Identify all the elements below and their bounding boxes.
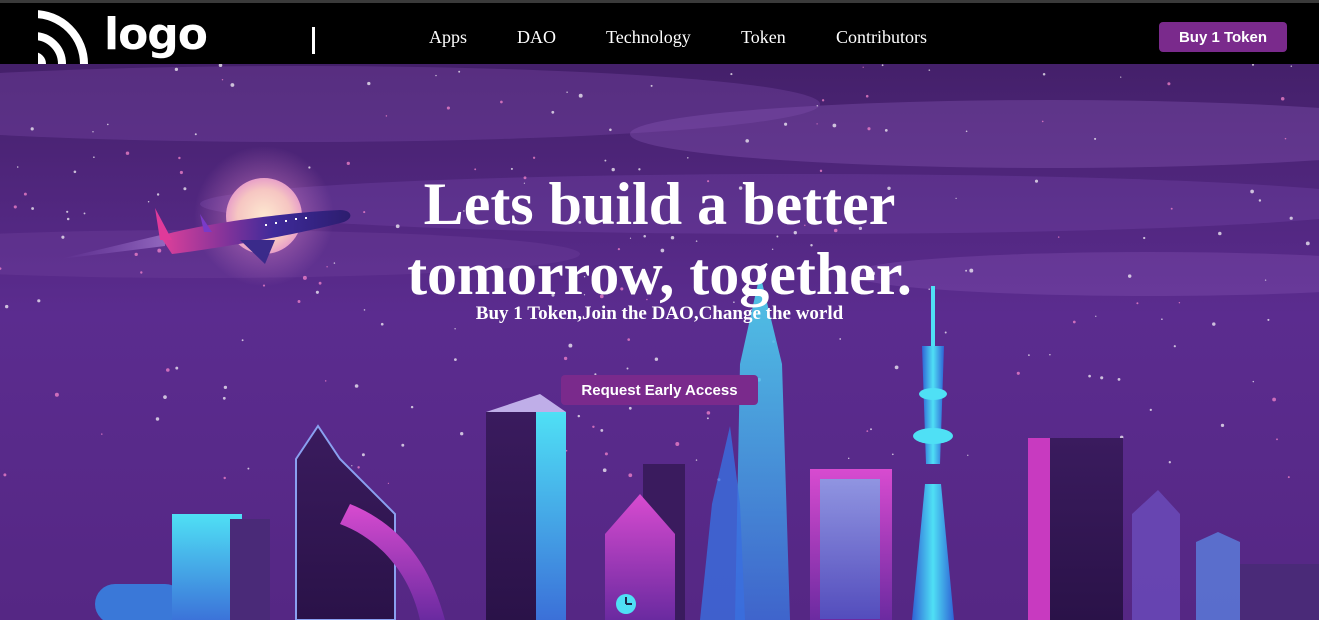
- hero-subtitle: Buy 1 Token,Join the DAO,Change the worl…: [475, 303, 844, 324]
- hero-title-line-2: tomorrow, together.: [407, 241, 912, 307]
- request-early-access-button[interactable]: Request Early Access: [561, 375, 758, 405]
- neon-city-illustration: [0, 64, 1319, 620]
- nav-links: Apps DAO Technology Token Contributors: [0, 3, 1319, 67]
- nav-link-technology[interactable]: Technology: [606, 26, 691, 48]
- nav-link-contributors[interactable]: Contributors: [836, 26, 927, 48]
- top-navbar: logo Apps DAO Technology Token Contribut…: [0, 0, 1319, 64]
- hero-section: Lets build a better tomorrow, together. …: [0, 64, 1319, 620]
- hero-title-line-1: Lets build a better: [423, 171, 896, 237]
- hero-title: Lets build a better tomorrow, together.: [0, 169, 1319, 309]
- nav-link-token[interactable]: Token: [741, 26, 786, 48]
- nav-link-apps[interactable]: Apps: [429, 26, 467, 48]
- nav-link-dao[interactable]: DAO: [517, 26, 556, 48]
- buy-token-button[interactable]: Buy 1 Token: [1159, 22, 1287, 52]
